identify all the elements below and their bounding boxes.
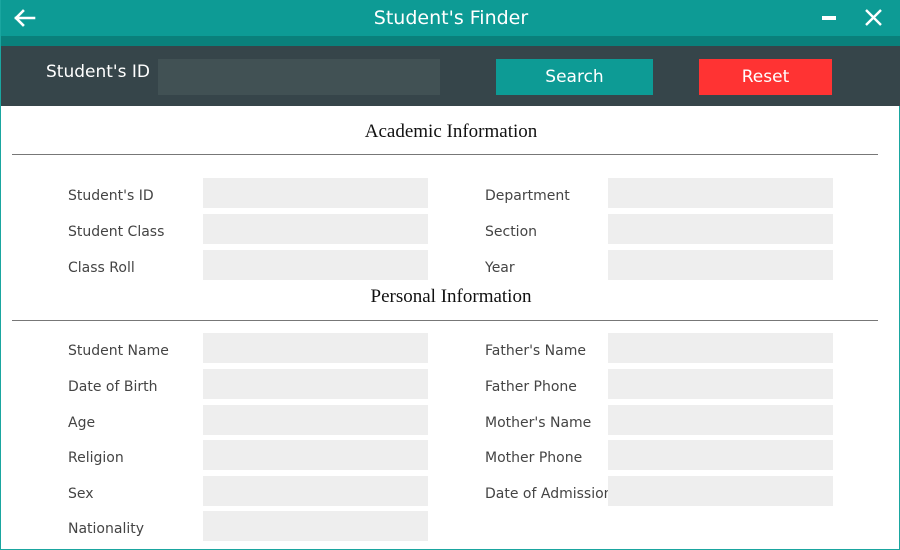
academic-divider — [12, 154, 878, 155]
student-id-field[interactable] — [203, 178, 428, 208]
field-label-nationality: Nationality — [68, 521, 145, 537]
field-label-age: Age — [68, 415, 96, 431]
field-label-religion: Religion — [68, 450, 124, 466]
title-bar-accent-strip — [1, 36, 900, 46]
field-label-section: Section — [485, 224, 538, 240]
academic-section-title: Academic Information — [364, 121, 538, 142]
search-bar: Student's ID Search Reset — [1, 46, 900, 106]
father-phone-field[interactable] — [608, 369, 833, 399]
field-label-fathers-name: Father's Name — [485, 343, 586, 359]
reset-button[interactable]: Reset — [699, 59, 832, 95]
age-field[interactable] — [203, 405, 428, 435]
window-title: Student's Finder — [373, 7, 529, 29]
personal-section-title: Personal Information — [370, 286, 532, 307]
field-label-mothers-name: Mother's Name — [485, 415, 592, 431]
field-label-father-phone: Father Phone — [485, 379, 577, 395]
student-finder-window: Student's Finder Student's ID Search Res… — [0, 0, 900, 550]
student-class-field[interactable] — [203, 214, 428, 244]
search-id-label: Student's ID — [46, 62, 150, 82]
mother-phone-field[interactable] — [608, 440, 833, 470]
department-field[interactable] — [608, 178, 833, 208]
student-id-search-input[interactable] — [158, 59, 440, 95]
field-label-date-of-birth: Date of Birth — [68, 379, 158, 395]
field-label-class-roll: Class Roll — [68, 260, 135, 276]
year-field[interactable] — [608, 250, 833, 280]
nationality-field[interactable] — [203, 511, 428, 541]
arrow-left-icon — [13, 0, 49, 36]
close-button[interactable] — [856, 0, 892, 36]
search-button[interactable]: Search — [496, 59, 653, 95]
student-name-field[interactable] — [203, 333, 428, 363]
field-label-student-class: Student Class — [68, 224, 165, 240]
back-button[interactable] — [13, 0, 49, 36]
field-label-date-of-admission: Date of Admission — [485, 486, 613, 502]
x-close-icon — [856, 0, 892, 36]
section-field[interactable] — [608, 214, 833, 244]
field-label-year: Year — [485, 260, 515, 276]
field-label-department: Department — [485, 188, 570, 204]
fathers-name-field[interactable] — [608, 333, 833, 363]
field-label-sex: Sex — [68, 486, 94, 502]
personal-divider — [12, 320, 878, 321]
date-of-admission-field[interactable] — [608, 476, 833, 506]
field-label-mother-phone: Mother Phone — [485, 450, 583, 466]
minimize-button[interactable] — [812, 0, 848, 36]
field-label-student-id: Student's ID — [68, 188, 154, 204]
mothers-name-field[interactable] — [608, 405, 833, 435]
minus-icon — [812, 0, 848, 36]
date-of-birth-field[interactable] — [203, 369, 428, 399]
field-label-student-name: Student Name — [68, 343, 169, 359]
class-roll-field[interactable] — [203, 250, 428, 280]
religion-field[interactable] — [203, 440, 428, 470]
sex-field[interactable] — [203, 476, 428, 506]
